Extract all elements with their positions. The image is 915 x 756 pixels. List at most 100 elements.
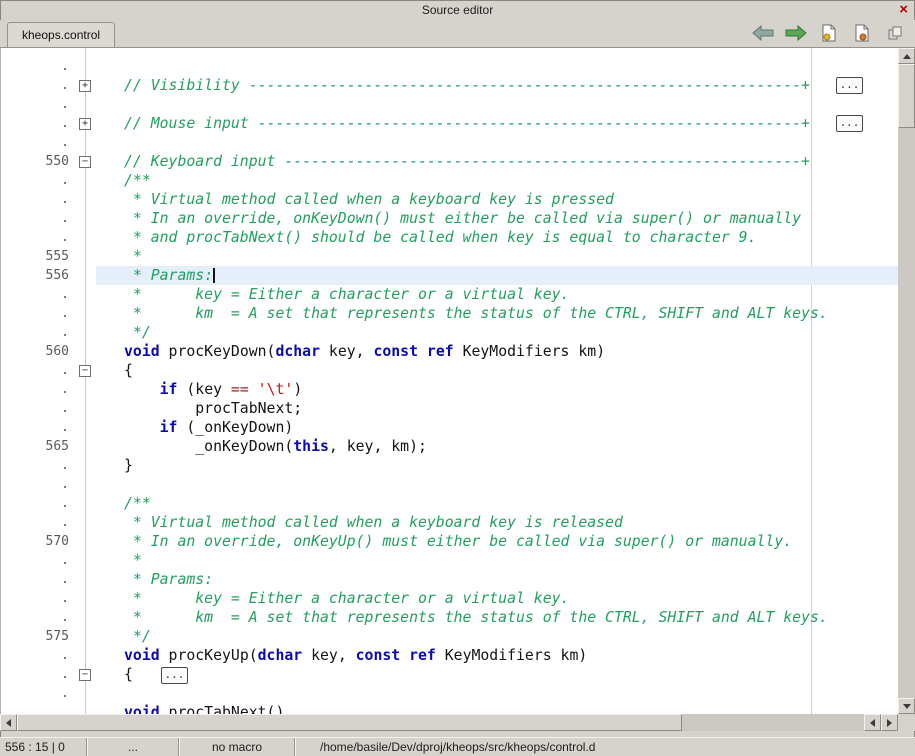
code-line[interactable]: . * key = Either a character or a virtua… bbox=[1, 589, 898, 608]
code-line[interactable]: . * In an override, onKeyDown() must eit… bbox=[1, 209, 898, 228]
title-bar: Source editor × bbox=[0, 0, 915, 20]
code-text: // Visibility --------------------------… bbox=[96, 76, 898, 95]
code-text: * bbox=[96, 551, 898, 570]
vertical-scrollbar-thumb[interactable] bbox=[898, 64, 915, 128]
editor[interactable]: ..+// Visibility -----------------------… bbox=[0, 48, 898, 714]
code-line[interactable]: . bbox=[1, 684, 898, 703]
code-text: * Virtual method called when a keyboard … bbox=[96, 513, 898, 532]
fold-column bbox=[76, 323, 96, 342]
code-line[interactable]: .+// Mouse input -----------------------… bbox=[1, 114, 898, 133]
line-number: 570 bbox=[1, 532, 76, 551]
new-document-icon[interactable] bbox=[817, 23, 841, 43]
line-number: . bbox=[1, 323, 76, 342]
fold-column bbox=[76, 95, 96, 114]
code-text: */ bbox=[96, 323, 898, 342]
fold-column: + bbox=[76, 114, 96, 133]
go-previous-icon[interactable] bbox=[751, 23, 775, 43]
go-next-icon[interactable] bbox=[784, 23, 808, 43]
fold-toggle-icon[interactable]: − bbox=[79, 669, 91, 681]
fold-toggle-icon[interactable]: − bbox=[79, 365, 91, 377]
fold-column bbox=[76, 513, 96, 532]
code-line[interactable]: ./** bbox=[1, 494, 898, 513]
statusbar-ellipsis: ... bbox=[88, 738, 178, 756]
line-number: . bbox=[1, 608, 76, 627]
line-number: . bbox=[1, 285, 76, 304]
code-line[interactable]: .−{... bbox=[1, 665, 898, 684]
detach-editor-icon[interactable] bbox=[883, 23, 907, 43]
code-line[interactable]: . * bbox=[1, 551, 898, 570]
code-line[interactable]: . bbox=[1, 475, 898, 494]
editor-toolbar bbox=[751, 23, 907, 43]
line-number: . bbox=[1, 703, 76, 714]
fold-column bbox=[76, 494, 96, 513]
code-line[interactable]: . if (_onKeyDown) bbox=[1, 418, 898, 437]
caret-position: 556 : 15 | 0 bbox=[0, 738, 86, 756]
code-line[interactable]: ./** bbox=[1, 171, 898, 190]
line-number: . bbox=[1, 551, 76, 570]
code-line[interactable]: 560void procKeyDown(dchar key, const ref… bbox=[1, 342, 898, 361]
fold-column bbox=[76, 209, 96, 228]
code-line[interactable]: .+// Visibility ------------------------… bbox=[1, 76, 898, 95]
scroll-left-icon[interactable] bbox=[0, 714, 17, 731]
code-line[interactable]: . * Virtual method called when a keyboar… bbox=[1, 513, 898, 532]
horizontal-scrollbar[interactable] bbox=[0, 714, 898, 731]
fold-column bbox=[76, 684, 96, 703]
code-line[interactable]: . * km = A set that represents the statu… bbox=[1, 304, 898, 323]
line-number: . bbox=[1, 380, 76, 399]
scroll-up-icon[interactable] bbox=[898, 48, 915, 64]
code-line[interactable]: . if (key == '\t') bbox=[1, 380, 898, 399]
code-text: _onKeyDown(this, key, km); bbox=[96, 437, 898, 456]
file-path: /home/basile/Dev/dproj/kheops/src/kheops… bbox=[296, 738, 915, 756]
code-line[interactable]: .−{ bbox=[1, 361, 898, 380]
folded-region-ellipsis[interactable]: ... bbox=[836, 77, 863, 94]
folded-region-ellipsis[interactable]: ... bbox=[161, 667, 188, 684]
fold-toggle-icon[interactable]: + bbox=[79, 118, 91, 130]
code-line[interactable]: .void procKeyUp(dchar key, const ref Key… bbox=[1, 646, 898, 665]
code-line[interactable]: . bbox=[1, 133, 898, 152]
fold-column: − bbox=[76, 152, 96, 171]
code-line[interactable]: 556 * Params: bbox=[1, 266, 898, 285]
code-line[interactable]: . * Params: bbox=[1, 570, 898, 589]
code-text: procTabNext; bbox=[96, 399, 898, 418]
code-line[interactable]: . * km = A set that represents the statu… bbox=[1, 608, 898, 627]
line-number: 565 bbox=[1, 437, 76, 456]
code-line[interactable]: . bbox=[1, 57, 898, 76]
line-number: . bbox=[1, 418, 76, 437]
fold-toggle-icon[interactable]: − bbox=[79, 156, 91, 168]
code-line[interactable]: . bbox=[1, 95, 898, 114]
code-line[interactable]: . * key = Either a character or a virtua… bbox=[1, 285, 898, 304]
status-bar: 556 : 15 | 0 ... no macro /home/basile/D… bbox=[0, 737, 915, 756]
code-text: * km = A set that represents the status … bbox=[96, 608, 898, 627]
code-line[interactable]: 575 */ bbox=[1, 627, 898, 646]
horizontal-scrollbar-thumb[interactable] bbox=[17, 714, 682, 731]
code-line[interactable]: 565 _onKeyDown(this, key, km); bbox=[1, 437, 898, 456]
code-line[interactable]: . procTabNext; bbox=[1, 399, 898, 418]
code-line[interactable]: . * and procTabNext() should be called w… bbox=[1, 228, 898, 247]
vertical-scrollbar[interactable] bbox=[898, 48, 915, 714]
fold-column bbox=[76, 399, 96, 418]
tab-bar: kheops.control bbox=[0, 20, 915, 48]
code-line[interactable]: . * Virtual method called when a keyboar… bbox=[1, 190, 898, 209]
code-text: {... bbox=[96, 665, 898, 684]
scroll-down-icon[interactable] bbox=[898, 698, 915, 714]
fold-toggle-icon[interactable]: + bbox=[79, 80, 91, 92]
code-line[interactable]: . */ bbox=[1, 323, 898, 342]
line-number: . bbox=[1, 684, 76, 703]
fold-column bbox=[76, 380, 96, 399]
code-line[interactable]: 570 * In an override, onKeyUp() must eit… bbox=[1, 532, 898, 551]
line-number: . bbox=[1, 171, 76, 190]
tab-kheops-control[interactable]: kheops.control bbox=[7, 22, 115, 47]
code-line[interactable]: 555 * bbox=[1, 247, 898, 266]
line-number: . bbox=[1, 57, 76, 76]
scroll-right-icon[interactable] bbox=[881, 714, 898, 731]
code-line[interactable]: 550−// Keyboard input ------------------… bbox=[1, 152, 898, 171]
fold-column: − bbox=[76, 665, 96, 684]
fold-column bbox=[76, 646, 96, 665]
scroll-left-secondary-icon[interactable] bbox=[864, 714, 881, 731]
code-line[interactable]: .} bbox=[1, 456, 898, 475]
folded-region-ellipsis[interactable]: ... bbox=[836, 115, 863, 132]
fold-column bbox=[76, 551, 96, 570]
save-document-icon[interactable] bbox=[850, 23, 874, 43]
code-line[interactable]: .void procTabNext() bbox=[1, 703, 898, 714]
close-icon[interactable]: × bbox=[899, 1, 908, 19]
